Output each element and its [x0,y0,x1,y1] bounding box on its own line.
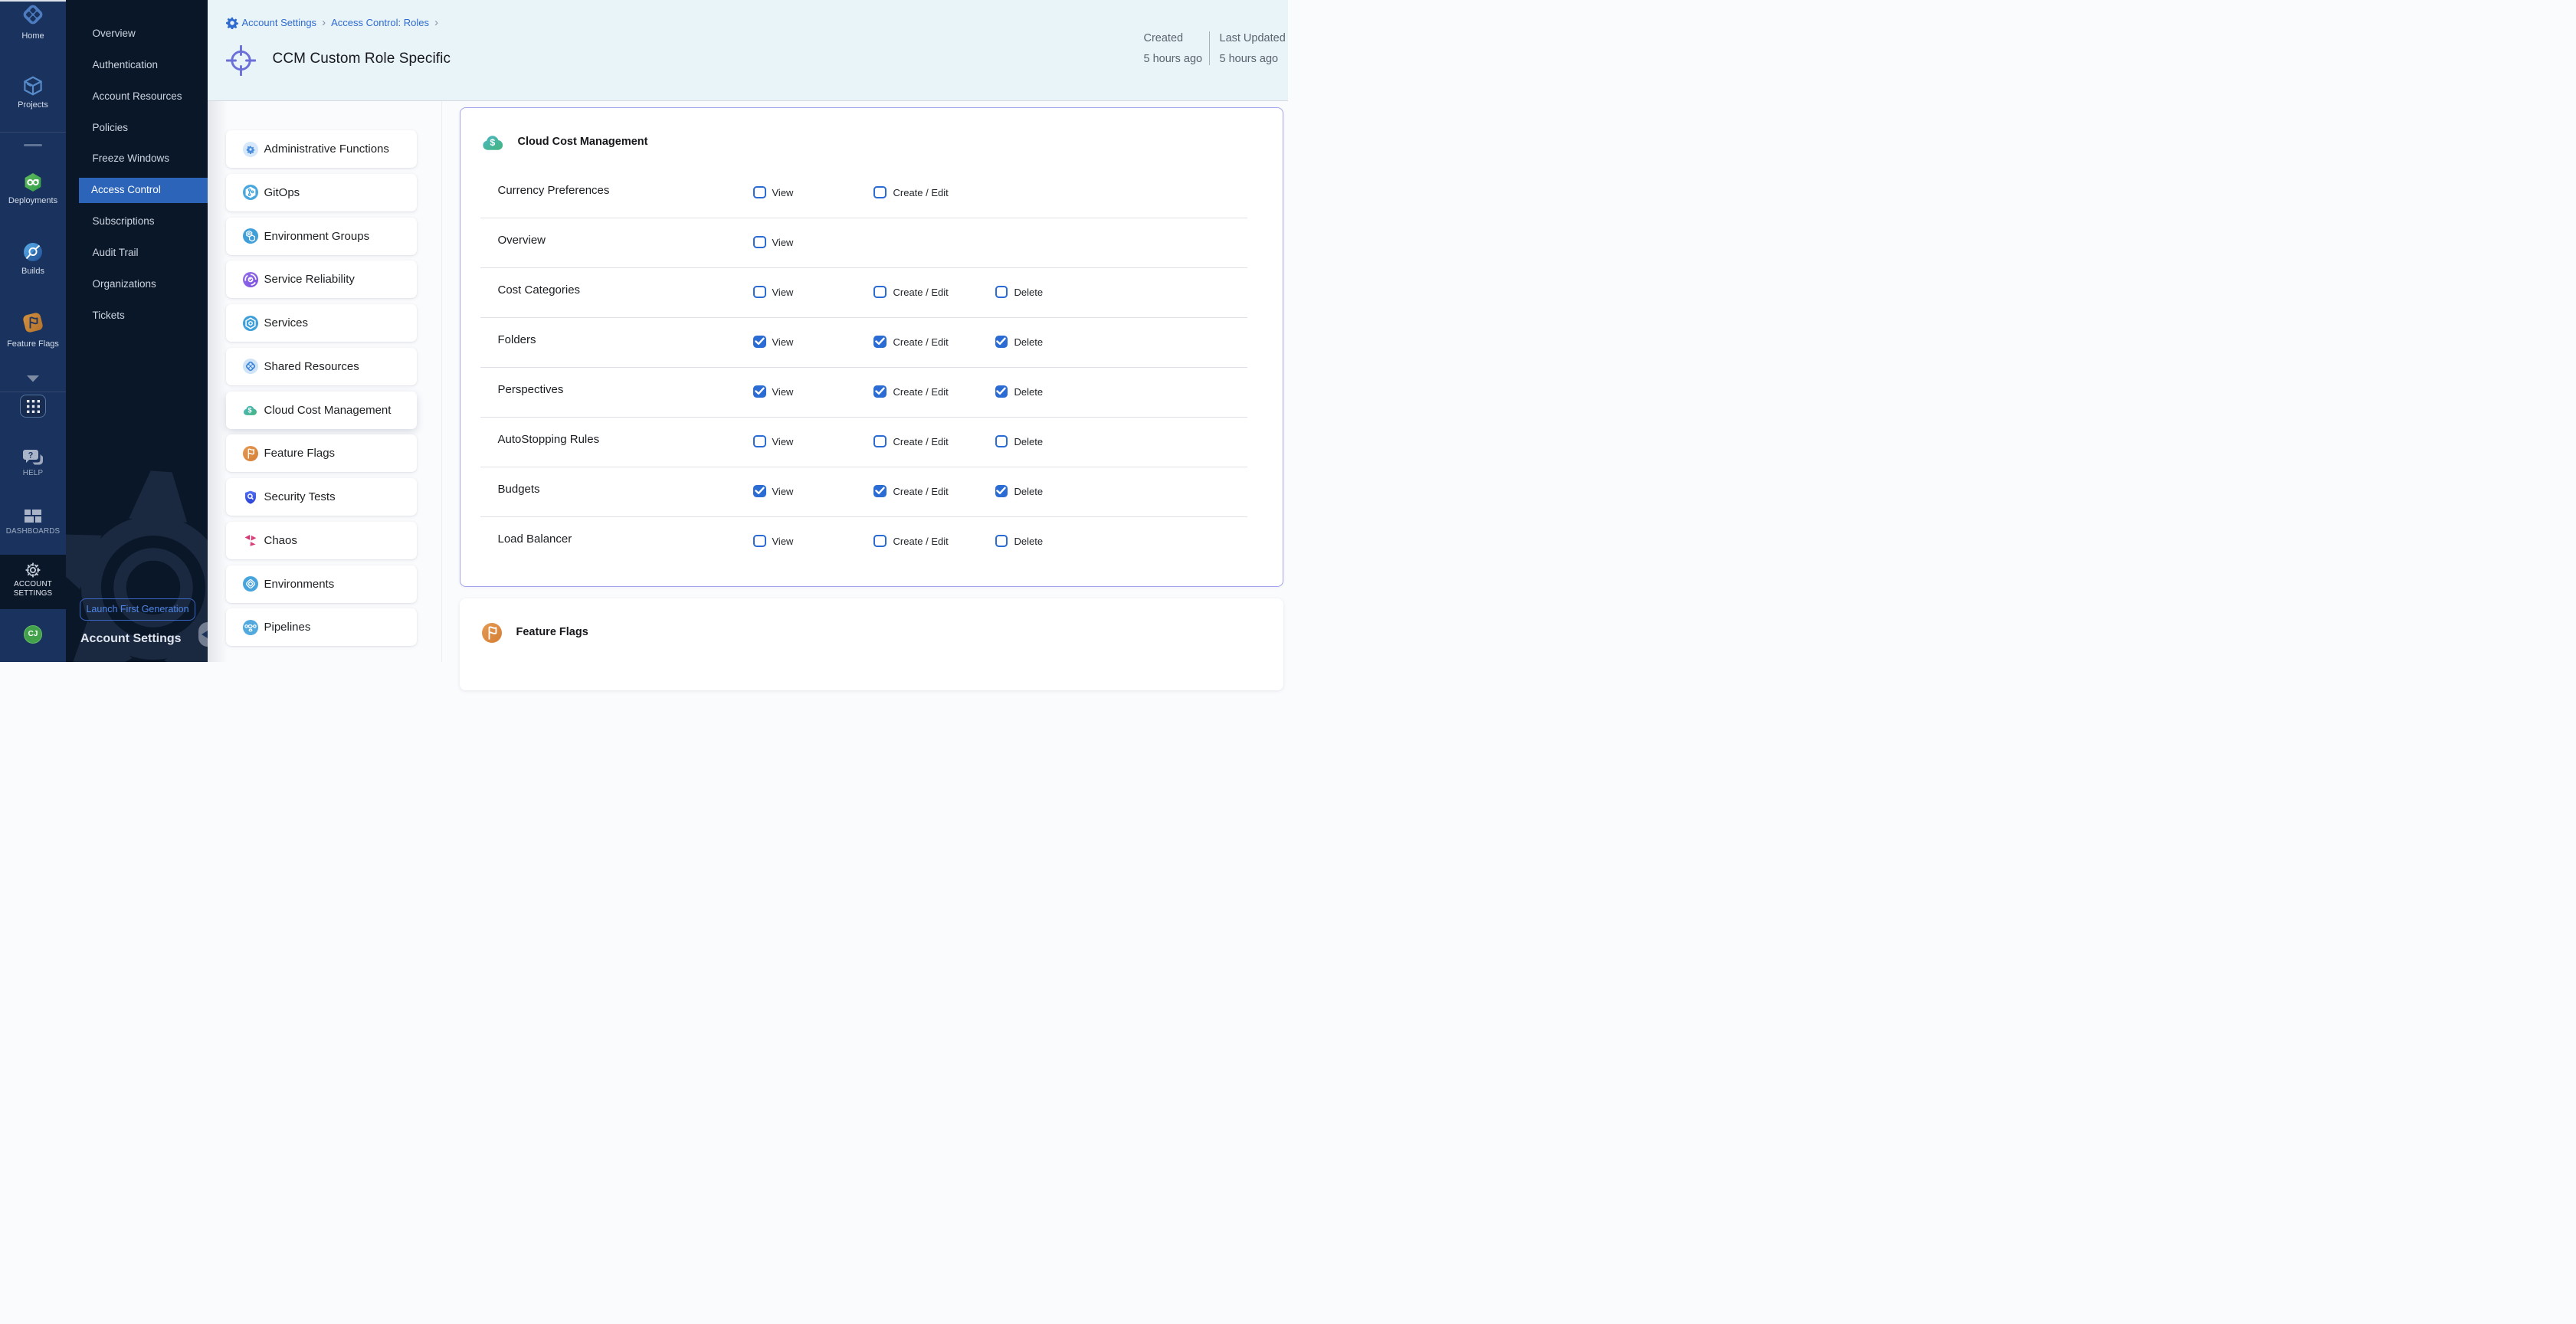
svg-text:$: $ [247,407,251,415]
svg-text:$: $ [490,137,495,148]
svg-text:?: ? [28,451,34,460]
